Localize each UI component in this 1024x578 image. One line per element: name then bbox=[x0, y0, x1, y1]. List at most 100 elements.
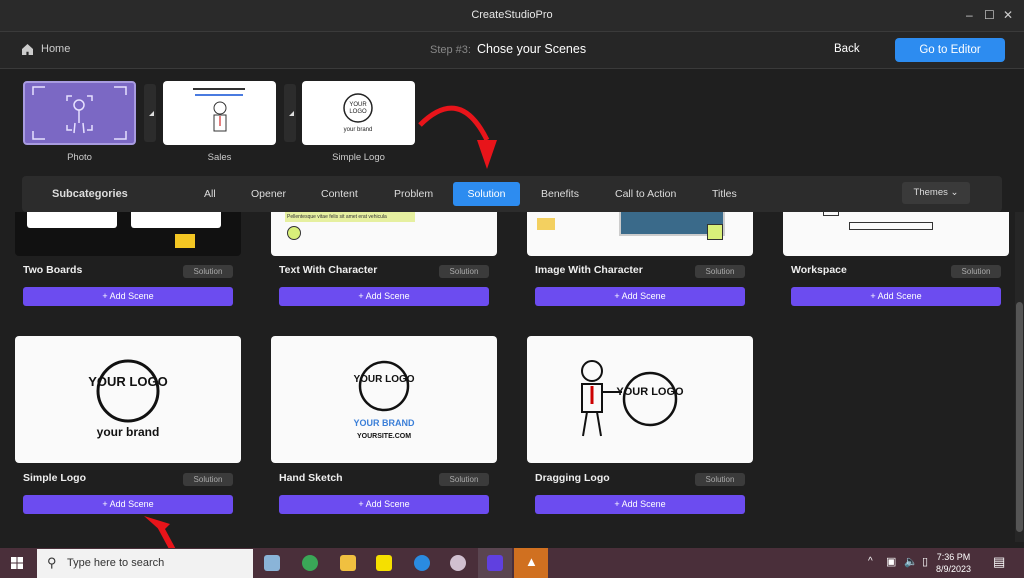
themes-label: Themes bbox=[913, 187, 948, 198]
selected-scene-label: Photo bbox=[67, 152, 92, 163]
file-explorer-icon[interactable] bbox=[340, 555, 356, 571]
selected-scene-sales[interactable] bbox=[163, 81, 276, 145]
selected-scene-label: Simple Logo bbox=[332, 152, 385, 163]
home-link[interactable]: Home bbox=[22, 43, 70, 55]
selected-scene-simple-logo[interactable]: YOUR LOGO your brand bbox=[302, 81, 415, 145]
selected-scene-label: Sales bbox=[207, 152, 232, 163]
battery-icon[interactable]: ▯ bbox=[922, 555, 928, 568]
photo-thumbnail bbox=[32, 86, 127, 140]
scene-card[interactable]: Pellentesque vitae felis sit amet erat v… bbox=[271, 212, 497, 308]
close-button[interactable]: ✕ bbox=[1003, 8, 1013, 22]
app-icon[interactable] bbox=[450, 555, 466, 571]
scene-card[interactable]: YOUR LOGO YOUR BRAND YOURSITE.COM Hand Ske… bbox=[271, 336, 497, 516]
scene-name: Two Boards bbox=[23, 264, 83, 276]
add-scene-button[interactable]: + Add Scene bbox=[279, 287, 489, 306]
annotation-arrow bbox=[418, 105, 497, 169]
scene-name: Dragging Logo bbox=[535, 472, 610, 484]
notifications-icon[interactable]: ▤ bbox=[993, 554, 1005, 570]
chrome-icon[interactable] bbox=[302, 555, 318, 571]
category-badge: Solution bbox=[439, 473, 489, 486]
tab-call-to-action[interactable]: Call to Action bbox=[603, 182, 688, 206]
subcategories-label: Subcategories bbox=[52, 188, 128, 200]
svg-text:LOGO: LOGO bbox=[349, 109, 367, 115]
category-badge: Solution bbox=[439, 265, 489, 278]
createstudio-taskbar-button[interactable] bbox=[478, 548, 512, 578]
themes-dropdown[interactable]: Themes ⌄ bbox=[902, 182, 970, 204]
scene-thumbnail bbox=[15, 212, 241, 256]
logo-text: YOUR LOGO bbox=[353, 374, 414, 385]
scene-name: Image With Character bbox=[535, 264, 643, 276]
step-title: Chose your Scenes bbox=[476, 42, 587, 56]
title-bar: CreateStudioPro – ☐ ✕ bbox=[0, 0, 1024, 32]
category-badge: Solution bbox=[695, 473, 745, 486]
add-scene-button[interactable]: + Add Scene bbox=[23, 287, 233, 306]
svg-text:YOUR: YOUR bbox=[349, 102, 367, 108]
tab-all[interactable]: All bbox=[192, 182, 228, 206]
vlc-taskbar-button[interactable]: ▲ bbox=[514, 548, 548, 578]
chrome-icon[interactable] bbox=[414, 555, 430, 571]
vlc-icon: ▲ bbox=[525, 554, 538, 569]
sticky-notes-icon[interactable] bbox=[376, 555, 392, 571]
scene-card[interactable]: YOUR LOGO your brand Simple Logo Solution… bbox=[15, 336, 241, 516]
clock[interactable]: 7:36 PM 8/9/2023 bbox=[936, 551, 971, 575]
go-to-editor-button[interactable]: Go to Editor bbox=[895, 38, 1005, 62]
tab-titles[interactable]: Titles bbox=[700, 182, 749, 206]
home-label: Home bbox=[41, 43, 71, 55]
back-button[interactable]: Back bbox=[834, 43, 860, 55]
app-icon[interactable] bbox=[264, 555, 280, 571]
scene-card[interactable]: YOUR LOGO Dragging Logo Solution + Add S… bbox=[527, 336, 753, 516]
volume-icon[interactable]: 🔈 bbox=[904, 555, 918, 568]
scene-card[interactable]: Workspace Solution + Add Scene bbox=[783, 212, 1009, 308]
scene-thumbnail bbox=[527, 212, 753, 256]
network-icon[interactable]: ▣ bbox=[886, 555, 896, 568]
subcategories-bar: Subcategories All Opener Content Problem… bbox=[22, 176, 1002, 212]
scene-card[interactable]: Two Boards Solution + Add Scene bbox=[15, 212, 241, 308]
scrollbar[interactable] bbox=[1015, 212, 1024, 542]
scene-name: Simple Logo bbox=[23, 472, 86, 484]
date: 8/9/2023 bbox=[936, 564, 972, 574]
tab-opener[interactable]: Opener bbox=[239, 182, 298, 206]
scene-grid: Two Boards Solution + Add Scene Pellente… bbox=[0, 212, 1014, 542]
chevron-down-icon: ⌄ bbox=[950, 187, 959, 198]
simple-logo-thumbnail: YOURLOGO your brand bbox=[343, 93, 373, 133]
category-badge: Solution bbox=[183, 473, 233, 486]
reorder-handle[interactable] bbox=[144, 84, 156, 142]
maximize-button[interactable]: ☐ bbox=[984, 8, 995, 22]
tab-problem[interactable]: Problem bbox=[382, 182, 445, 206]
category-badge: Solution bbox=[695, 265, 745, 278]
tab-content[interactable]: Content bbox=[309, 182, 370, 206]
category-badge: Solution bbox=[951, 265, 1001, 278]
scene-thumbnail bbox=[783, 212, 1009, 256]
scrollbar-thumb[interactable] bbox=[1016, 302, 1023, 532]
add-scene-button[interactable]: + Add Scene bbox=[279, 495, 489, 514]
brand-text: YOUR BRAND bbox=[353, 418, 415, 428]
time: 7:36 PM bbox=[936, 552, 971, 562]
selected-scene-photo[interactable] bbox=[23, 81, 136, 145]
scene-name: Text With Character bbox=[279, 264, 378, 276]
app-title: CreateStudioPro bbox=[471, 9, 553, 21]
thumbnail-text: Pellentesque vitae felis sit amet erat v… bbox=[285, 212, 415, 222]
add-scene-button[interactable]: + Add Scene bbox=[23, 495, 233, 514]
scene-thumbnail: YOUR LOGO YOUR BRAND YOURSITE.COM bbox=[271, 336, 497, 463]
minimize-button[interactable]: – bbox=[966, 8, 973, 22]
scene-name: Hand Sketch bbox=[279, 472, 343, 484]
tab-solution[interactable]: Solution bbox=[453, 182, 520, 206]
reorder-handle[interactable] bbox=[284, 84, 296, 142]
windows-start-icon[interactable] bbox=[11, 557, 23, 569]
home-icon bbox=[22, 43, 33, 55]
logo-text: YOUR LOGO bbox=[88, 374, 167, 389]
tab-benefits[interactable]: Benefits bbox=[529, 182, 591, 206]
step-prefix: Step #3: bbox=[430, 44, 471, 56]
logo-text: YOUR LOGO bbox=[616, 386, 684, 398]
search-placeholder: Type here to search bbox=[67, 557, 165, 569]
taskbar-search-input[interactable]: ⚲ Type here to search bbox=[37, 549, 253, 578]
add-scene-button[interactable]: + Add Scene bbox=[535, 287, 745, 306]
add-scene-button[interactable]: + Add Scene bbox=[791, 287, 1001, 306]
scene-card[interactable]: Image With Character Solution + Add Scen… bbox=[527, 212, 753, 308]
brand-text: your brand bbox=[97, 425, 160, 439]
add-scene-button[interactable]: + Add Scene bbox=[535, 495, 745, 514]
scene-thumbnail: YOUR LOGO your brand bbox=[15, 336, 241, 463]
tray-chevron-up-icon[interactable]: ^ bbox=[868, 556, 873, 567]
scene-thumbnail: YOUR LOGO bbox=[527, 336, 753, 463]
site-text: YOURSITE.COM bbox=[357, 433, 411, 440]
